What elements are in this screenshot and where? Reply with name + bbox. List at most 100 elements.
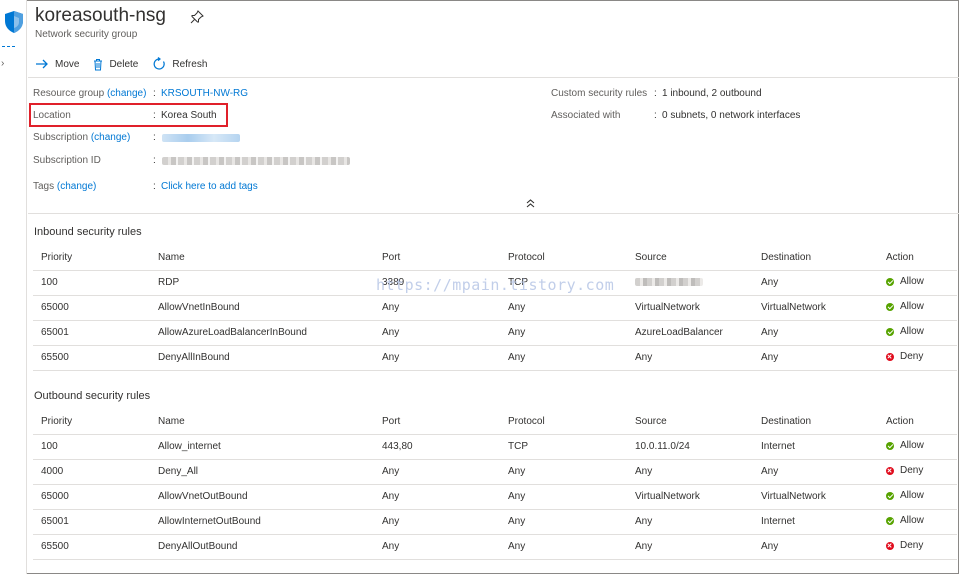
outbound-section-title: Outbound security rules [34, 390, 151, 402]
delete-label: Delete [109, 58, 139, 70]
check-circle-icon [886, 491, 894, 500]
cell-port: Any [374, 345, 500, 371]
resource-group-link[interactable]: KRSOUTH-NW-RG [161, 88, 248, 99]
cell-name: AllowInternetOutBound [150, 509, 374, 535]
subscription-id-redacted [162, 157, 350, 165]
source-ip-redacted [635, 278, 703, 286]
table-row[interactable]: 65500 DenyAllInBound Any Any Any Any Den… [33, 345, 957, 371]
cell-protocol: Any [500, 345, 627, 371]
check-circle-icon [886, 327, 894, 336]
x-circle-icon [886, 466, 894, 475]
tags-change-link[interactable]: (change) [57, 181, 96, 192]
cell-protocol: Any [500, 320, 627, 346]
shield-icon [5, 11, 23, 33]
table-row[interactable]: 100 Allow_internet 443,80 TCP 10.0.11.0/… [33, 434, 957, 460]
check-circle-icon [886, 441, 894, 450]
move-label: Move [55, 58, 80, 70]
table-row[interactable]: 65500 DenyAllOutBound Any Any Any Any De… [33, 534, 957, 560]
table-row[interactable]: 65001 AllowInternetOutBound Any Any Any … [33, 509, 957, 535]
column-header-destination[interactable]: Destination [753, 245, 878, 271]
expand-chevron-icon[interactable]: › [1, 58, 4, 69]
inbound-section-title: Inbound security rules [34, 226, 142, 238]
cell-source: 10.0.11.0/24 [627, 434, 753, 460]
column-header-port[interactable]: Port [374, 409, 500, 435]
divider [28, 77, 959, 78]
column-header-action[interactable]: Action [878, 245, 957, 271]
cell-port: Any [374, 509, 500, 535]
subscription-value-redacted[interactable] [162, 134, 240, 142]
check-circle-icon [886, 277, 894, 286]
check-circle-icon [886, 516, 894, 525]
resource-group-change-link[interactable]: (change) [107, 88, 146, 99]
separator: : [654, 110, 657, 121]
cell-protocol: TCP [500, 434, 627, 460]
cell-priority: 100 [33, 434, 150, 460]
location-value: Korea South [161, 110, 217, 121]
watermark: https://mpain.tistory.com [376, 276, 615, 294]
cell-source: AzureLoadBalancer [627, 320, 753, 346]
page-title: koreasouth-nsg [35, 5, 166, 26]
cell-source: VirtualNetwork [627, 484, 753, 510]
cell-port: Any [374, 534, 500, 560]
trash-icon [94, 58, 103, 70]
cell-action: Deny [878, 345, 957, 371]
cell-action: Deny [878, 534, 957, 560]
cell-priority: 65000 [33, 295, 150, 321]
delete-button[interactable]: Delete [93, 58, 138, 71]
cell-name: RDP [150, 270, 374, 296]
separator: : [153, 88, 156, 99]
subscription-change-link[interactable]: (change) [91, 132, 130, 143]
cell-name: AllowAzureLoadBalancerInBound [150, 320, 374, 346]
cell-action: Allow [878, 509, 957, 535]
cell-source: Any [627, 534, 753, 560]
cell-action: Allow [878, 484, 957, 510]
table-row[interactable]: 4000 Deny_All Any Any Any Any Deny [33, 459, 957, 485]
cell-priority: 65500 [33, 345, 150, 371]
cell-action: Allow [878, 270, 957, 296]
column-header-source[interactable]: Source [627, 245, 753, 271]
cell-action: Allow [878, 295, 957, 321]
table-row[interactable]: 65000 AllowVnetInBound Any Any VirtualNe… [33, 295, 957, 321]
arrow-right-icon [36, 59, 48, 69]
column-header-priority[interactable]: Priority [33, 245, 150, 271]
move-button[interactable]: Move [35, 59, 79, 70]
cell-port: 443,80 [374, 434, 500, 460]
refresh-button[interactable]: Refresh [152, 57, 207, 71]
column-header-action[interactable]: Action [878, 409, 957, 435]
table-row[interactable]: 65000 AllowVnetOutBound Any Any VirtualN… [33, 484, 957, 510]
resource-group-label: Resource group (change) [33, 88, 147, 99]
cell-name: DenyAllOutBound [150, 534, 374, 560]
column-header-destination[interactable]: Destination [753, 409, 878, 435]
double-chevron-up-icon[interactable] [526, 199, 535, 211]
separator: : [153, 110, 156, 121]
cell-action: Allow [878, 434, 957, 460]
column-header-priority[interactable]: Priority [33, 409, 150, 435]
cell-destination: Any [753, 534, 878, 560]
add-tags-link[interactable]: Click here to add tags [161, 181, 258, 192]
cell-port: Any [374, 484, 500, 510]
cell-source: Any [627, 509, 753, 535]
cell-protocol: Any [500, 509, 627, 535]
column-header-port[interactable]: Port [374, 245, 500, 271]
location-label: Location [33, 110, 71, 121]
cell-name: DenyAllInBound [150, 345, 374, 371]
cell-destination: Any [753, 459, 878, 485]
cell-priority: 100 [33, 270, 150, 296]
refresh-icon [153, 57, 166, 70]
table-header-row: Priority Name Port Protocol Source Desti… [33, 409, 957, 435]
cell-priority: 65001 [33, 320, 150, 346]
check-circle-icon [886, 302, 894, 311]
column-header-protocol[interactable]: Protocol [500, 245, 627, 271]
cell-source [627, 270, 753, 296]
column-header-name[interactable]: Name [150, 245, 374, 271]
cell-port: Any [374, 295, 500, 321]
column-header-protocol[interactable]: Protocol [500, 409, 627, 435]
divider [28, 213, 959, 214]
column-header-name[interactable]: Name [150, 409, 374, 435]
cell-destination: VirtualNetwork [753, 295, 878, 321]
left-rail: › [0, 0, 27, 574]
table-row[interactable]: 65001 AllowAzureLoadBalancerInBound Any … [33, 320, 957, 346]
cell-protocol: Any [500, 295, 627, 321]
pin-icon[interactable] [190, 10, 204, 24]
column-header-source[interactable]: Source [627, 409, 753, 435]
